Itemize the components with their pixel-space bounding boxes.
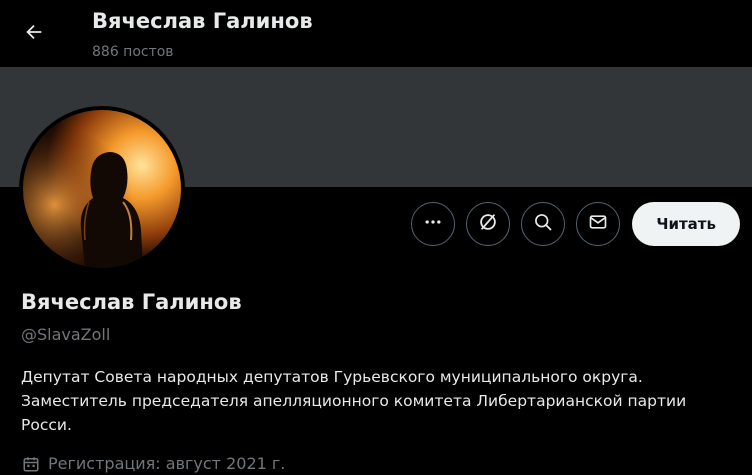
- more-button[interactable]: [411, 202, 456, 246]
- calendar-icon: [22, 455, 40, 473]
- top-bar: Вячеслав Галинов 886 постов: [0, 0, 752, 67]
- more-icon: [423, 212, 443, 236]
- bio-line: Росси.: [21, 416, 72, 434]
- join-date-text: Регистрация: август 2021 г.: [48, 454, 286, 473]
- profile-bio: Депутат Совета народных депутатов Гурьев…: [21, 365, 721, 437]
- follow-button[interactable]: Читать: [632, 202, 740, 246]
- avatar[interactable]: [19, 106, 185, 272]
- search-icon: [533, 212, 553, 236]
- message-button[interactable]: [576, 202, 621, 246]
- search-profile-button[interactable]: [521, 202, 566, 246]
- back-button[interactable]: [14, 14, 54, 54]
- grok-icon: [477, 211, 499, 237]
- header-name: Вячеслав Галинов: [92, 9, 313, 33]
- profile-name: Вячеслав Галинов: [21, 290, 242, 314]
- arrow-left-icon: [23, 21, 45, 47]
- bio-line: Заместитель председателя апелляционного …: [21, 392, 687, 410]
- message-icon: [588, 212, 608, 236]
- bio-line: Депутат Совета народных депутатов Гурьев…: [21, 368, 643, 386]
- profile-actions: Читать: [411, 201, 740, 247]
- grok-button[interactable]: [466, 202, 511, 246]
- profile-handle: @SlavaZoll: [21, 325, 111, 344]
- join-date: Регистрация: август 2021 г.: [22, 454, 285, 473]
- post-count: 886 постов: [92, 44, 174, 60]
